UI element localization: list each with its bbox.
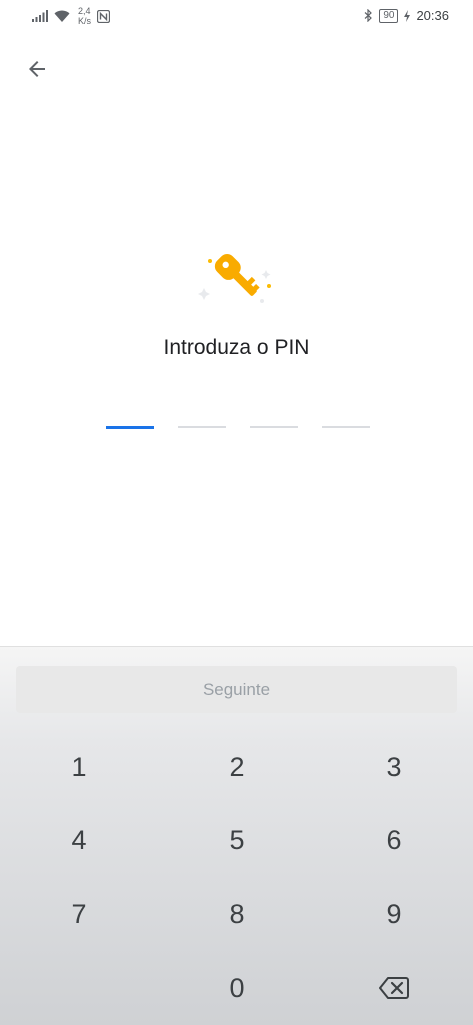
- network-speed: 2,4 K/s: [78, 6, 92, 26]
- pin-slot-3: [250, 426, 298, 428]
- arrow-back-icon: [29, 61, 45, 77]
- numeric-keypad: Seguinte 1 2 3 4 5 6 7 8 9 0: [0, 646, 473, 1025]
- signal-icon: [32, 10, 48, 22]
- key-9[interactable]: 9: [334, 884, 454, 944]
- nfc-icon: [97, 9, 111, 23]
- pin-slot-2: [178, 426, 226, 428]
- pin-indicator: [106, 426, 370, 429]
- key-4[interactable]: 4: [19, 810, 139, 870]
- key-2[interactable]: 2: [177, 737, 297, 797]
- back-button[interactable]: [20, 52, 54, 86]
- status-bar: 2,4 K/s 90 20:36: [0, 0, 473, 34]
- backspace-icon: [379, 977, 409, 999]
- wifi-icon: [54, 10, 70, 22]
- pin-slot-1: [106, 426, 154, 429]
- key-0[interactable]: 0: [177, 958, 297, 1018]
- key-7[interactable]: 7: [19, 884, 139, 944]
- key-icon: [196, 246, 278, 312]
- pin-slot-4: [322, 426, 370, 428]
- backspace-button[interactable]: [334, 958, 454, 1018]
- page-title: Introduza o PIN: [163, 336, 310, 359]
- charging-icon: [404, 9, 411, 22]
- next-button[interactable]: Seguinte: [16, 666, 457, 713]
- key-1[interactable]: 1: [19, 737, 139, 797]
- bluetooth-icon: [364, 9, 373, 22]
- key-8[interactable]: 8: [177, 884, 297, 944]
- clock: 20:36: [416, 8, 449, 23]
- key-3[interactable]: 3: [334, 737, 454, 797]
- key-6[interactable]: 6: [334, 810, 454, 870]
- battery-level: 90: [379, 8, 399, 23]
- key-5[interactable]: 5: [177, 810, 297, 870]
